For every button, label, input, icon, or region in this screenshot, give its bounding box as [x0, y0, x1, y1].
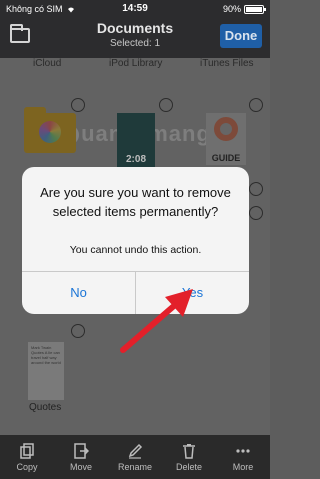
- battery-icon: [244, 4, 266, 14]
- red-arrow-icon: [120, 289, 193, 353]
- select-circle[interactable]: [159, 98, 173, 112]
- column-ipod-library[interactable]: iPod Library: [109, 58, 162, 69]
- select-circle[interactable]: [71, 98, 85, 112]
- column-itunes-files[interactable]: iTunes Files: [200, 58, 254, 69]
- quotes-file-label: Quotes: [29, 402, 62, 413]
- bottom-toolbar: Copy Move Rename Delete More: [0, 435, 270, 479]
- photos-folder-icon[interactable]: [24, 107, 76, 153]
- video-thumbnail[interactable]: 2:08: [117, 113, 155, 169]
- move-button[interactable]: Move: [54, 442, 108, 472]
- move-icon: [74, 442, 89, 459]
- quotes-thumbnail[interactable]: Mark Twain Quotes A lie can travel half …: [28, 342, 64, 400]
- dialog-message: You cannot undo this action.: [69, 244, 202, 256]
- more-icon: [236, 448, 250, 453]
- guide-label: GUIDE: [211, 153, 241, 163]
- copy-icon: [20, 442, 34, 459]
- select-circle[interactable]: [249, 98, 263, 112]
- status-bar: Không có SIM 14:59 90%: [0, 0, 270, 18]
- select-circle[interactable]: [249, 206, 263, 220]
- more-button[interactable]: More: [216, 443, 270, 472]
- column-icloud[interactable]: iCloud: [33, 58, 61, 69]
- rename-icon: [128, 443, 143, 459]
- select-circle[interactable]: [249, 182, 263, 196]
- battery-percent: 90%: [222, 4, 241, 14]
- rename-label: Rename: [117, 461, 153, 472]
- dialog-title: Are you sure you want to remove selected…: [40, 185, 231, 219]
- copy-button[interactable]: Copy: [0, 442, 54, 472]
- move-label: Move: [69, 461, 92, 472]
- header: Không có SIM 14:59 90% Documents Selecte…: [0, 0, 270, 58]
- battery-indicator: 90%: [222, 4, 266, 14]
- copy-label: Copy: [16, 461, 38, 472]
- done-button[interactable]: Done: [220, 24, 262, 48]
- delete-button[interactable]: Delete: [162, 443, 216, 472]
- rename-button[interactable]: Rename: [108, 443, 162, 472]
- guide-file-icon[interactable]: GUIDE: [206, 113, 246, 165]
- quotes-thumb-text: Mark Twain Quotes A lie can travel half …: [31, 345, 61, 365]
- more-label: More: [232, 461, 254, 472]
- lifebuoy-icon: [214, 117, 238, 141]
- delete-label: Delete: [175, 461, 202, 472]
- trash-icon: [183, 443, 195, 459]
- video-duration: 2:08: [125, 154, 146, 165]
- select-circle[interactable]: [71, 324, 85, 338]
